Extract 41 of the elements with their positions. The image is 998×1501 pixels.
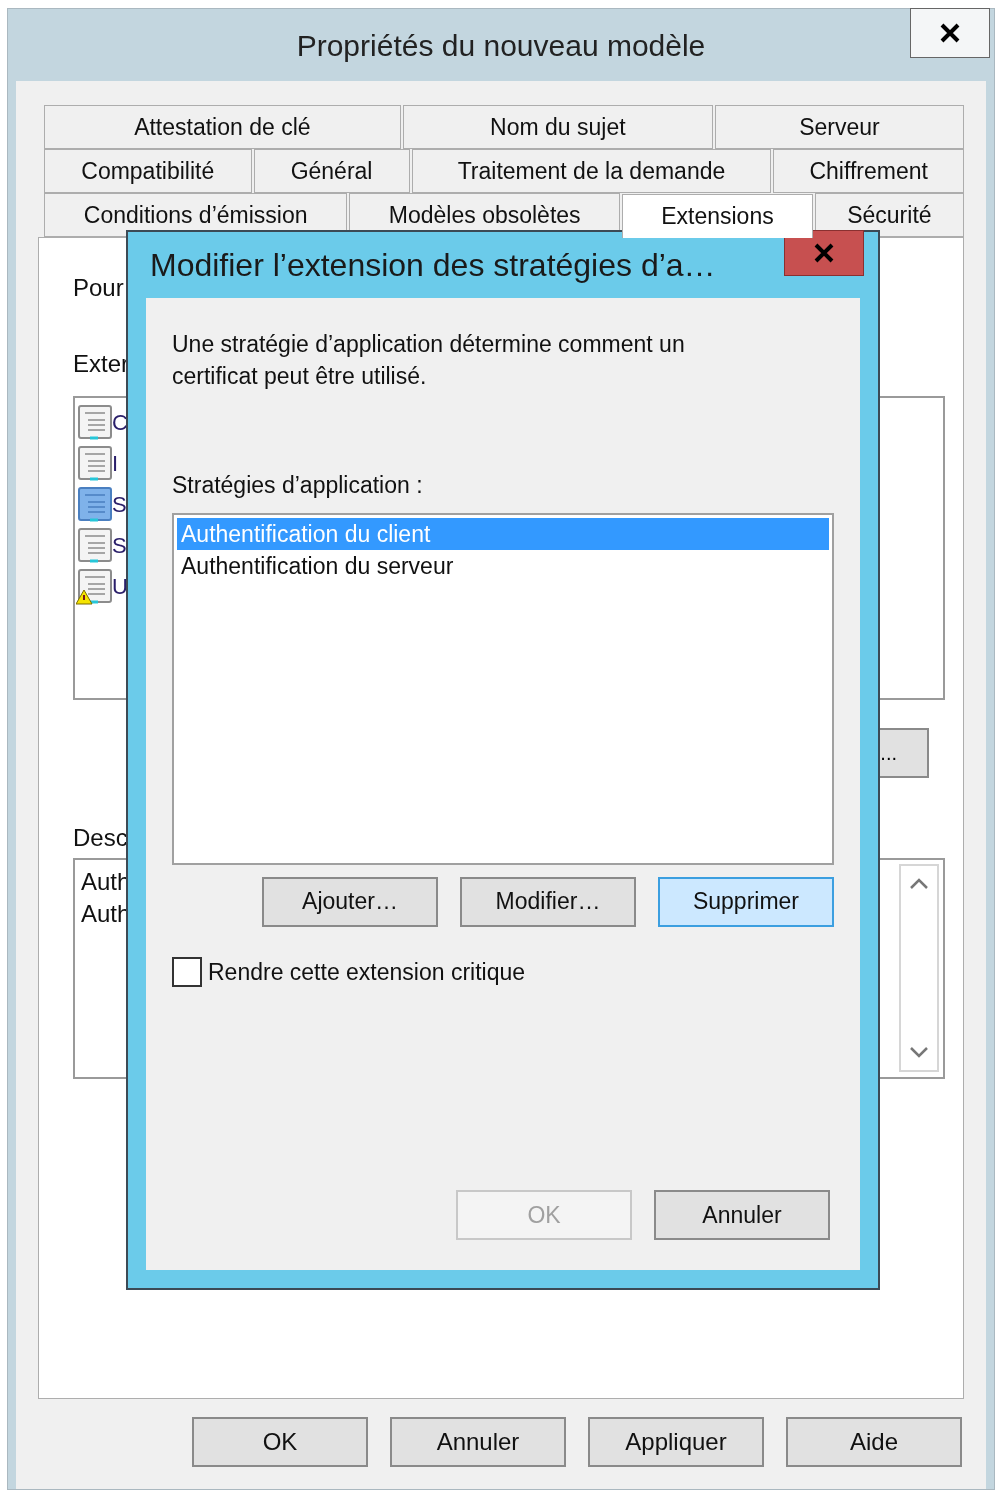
dialog-button[interactable]: Supprimer (658, 876, 834, 927)
close-icon (939, 22, 961, 44)
checkbox[interactable] (172, 956, 202, 987)
scroll-up-icon[interactable] (909, 878, 929, 890)
dialog-button[interactable]: Modifier… (460, 876, 636, 927)
tab[interactable]: Nom du sujet (402, 105, 713, 149)
tab[interactable]: Sécurité (814, 193, 964, 237)
dialog-button[interactable]: Aide (786, 1417, 962, 1467)
dialog-button[interactable]: Annuler (654, 1190, 830, 1240)
tab[interactable]: Compatibilité (44, 149, 252, 193)
dialog-button[interactable]: OK (192, 1417, 368, 1467)
tab[interactable]: Attestation de clé (44, 105, 401, 149)
tab[interactable]: Conditions d’émission (44, 193, 348, 237)
tab[interactable]: Serveur (715, 105, 964, 149)
checkbox-label[interactable]: Rendre cette extension critique (208, 954, 526, 989)
tab[interactable]: Extensions (622, 194, 813, 238)
tab[interactable]: Chiffrement (773, 149, 964, 193)
dialog-button[interactable]: Appliquer (588, 1417, 764, 1467)
dialog-button[interactable]: Annuler (390, 1417, 566, 1467)
list-item[interactable]: U (112, 570, 128, 603)
label: Pour (73, 273, 124, 303)
dialog-button[interactable]: Ajouter… (262, 876, 438, 927)
close-icon (813, 242, 835, 264)
close-button[interactable] (910, 8, 990, 58)
list-item[interactable]: C (112, 406, 128, 439)
list-item[interactable]: Authentification du serveur (177, 549, 829, 582)
label: Exter (73, 349, 129, 379)
close-button[interactable] (784, 230, 864, 276)
dialog-title: Modifier l’extension des stratégies d’a… (149, 246, 716, 285)
tab[interactable]: Général (253, 149, 410, 193)
list-item[interactable]: S (112, 488, 127, 521)
window-title: Propriétés du nouveau modèle (296, 27, 706, 64)
tab[interactable]: Traitement de la demande (411, 149, 772, 193)
list-item[interactable]: S (112, 529, 127, 562)
description-text: Une stratégie d’application détermine comment un certificat peut être utilisé. (172, 330, 686, 391)
list-label: Stratégies d’application : (172, 471, 424, 500)
scrollbar[interactable] (899, 864, 939, 1072)
label: Desc (73, 823, 128, 853)
list-item[interactable]: I (112, 447, 119, 480)
policies-list[interactable]: Authentification du client Authentification du serveur (172, 512, 834, 865)
scroll-down-icon[interactable] (909, 1046, 929, 1058)
